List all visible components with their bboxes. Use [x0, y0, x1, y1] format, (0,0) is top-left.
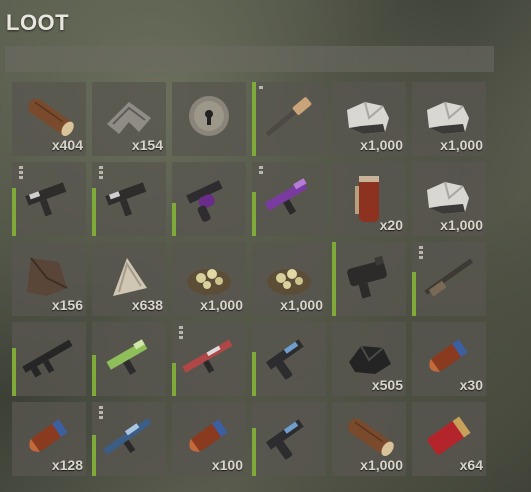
item-quantity: x638 [131, 297, 163, 313]
slot-rocket-tube[interactable]: x20 [332, 162, 406, 236]
mod-slots-indicator [419, 246, 423, 259]
mod-slots-indicator [179, 326, 183, 339]
slot-launcher[interactable] [332, 242, 406, 316]
slot-purple-smg[interactable] [252, 162, 326, 236]
item-quantity: x20 [379, 217, 403, 233]
slot-shotgun-shell[interactable]: x64 [412, 402, 486, 476]
slot-shotgun[interactable] [252, 82, 326, 156]
mod-slots-indicator [259, 166, 263, 174]
slot-stone-pile-2[interactable]: x1,000 [412, 82, 486, 156]
assault-rifle-icon [22, 339, 73, 378]
shotgun-icon [265, 97, 312, 137]
condition-bar [412, 271, 416, 316]
slot-stone-pile[interactable]: x1,000 [332, 82, 406, 156]
condition-bar [12, 187, 16, 236]
condition-bar [252, 351, 256, 396]
condition-bar [92, 187, 96, 236]
metal-pot-icon [189, 96, 229, 136]
smg-icon [105, 182, 147, 217]
revolver-icon [186, 180, 223, 222]
slot-coal[interactable]: x505 [332, 322, 406, 396]
smg-icon [25, 182, 67, 217]
slot-cloth[interactable]: x638 [92, 242, 166, 316]
pistol-icon [265, 339, 304, 380]
slot-sulfur-ore-2[interactable]: x1,000 [252, 242, 326, 316]
item-quantity: x1,000 [440, 137, 483, 153]
mod-slots-indicator [19, 166, 23, 179]
loot-title: LOOT [6, 10, 70, 35]
launcher-icon [347, 255, 387, 299]
slot-assault-rifle[interactable] [12, 322, 86, 396]
item-quantity: x30 [459, 377, 483, 393]
condition-bar [172, 202, 176, 236]
item-quantity: x156 [51, 297, 83, 313]
slot-metal-pot[interactable] [172, 82, 246, 156]
slot-red-rifle[interactable] [172, 322, 246, 396]
mod-slots-indicator [259, 86, 263, 89]
item-quantity: x100 [211, 457, 243, 473]
loot-grid: x404 x154 x1,000 x1,000 x20 x1,000 x156 x638 x1,… [12, 82, 486, 476]
slot-stone-pile-3[interactable]: x1,000 [412, 162, 486, 236]
slot-wood-log[interactable]: x404 [12, 82, 86, 156]
condition-bar [172, 362, 176, 396]
condition-bar [92, 435, 96, 476]
slot-revolver[interactable] [172, 162, 246, 236]
condition-bar [252, 82, 256, 156]
slot-smg[interactable] [12, 162, 86, 236]
slot-pistol[interactable] [252, 402, 326, 476]
pistol-icon [265, 419, 304, 460]
mod-slots-indicator [99, 166, 103, 179]
slot-blue-rifle[interactable] [92, 402, 166, 476]
item-quantity: x404 [51, 137, 83, 153]
blue-rifle-icon [103, 417, 152, 455]
slot-rifle[interactable] [412, 242, 486, 316]
condition-bar [92, 355, 96, 396]
condition-bar [332, 242, 336, 316]
slot-green-smg[interactable] [92, 322, 166, 396]
item-quantity: x154 [131, 137, 163, 153]
condition-bar [12, 347, 16, 396]
slot-pistol-blue[interactable] [252, 322, 326, 396]
item-quantity: x128 [51, 457, 83, 473]
slot-leather-hide[interactable]: x156 [12, 242, 86, 316]
rifle-icon [424, 258, 474, 297]
green-smg-icon [106, 339, 148, 375]
item-quantity: x64 [459, 457, 483, 473]
item-quantity: x1,000 [200, 297, 243, 313]
purple-smg-icon [264, 178, 308, 215]
red-rifle-icon [182, 339, 233, 374]
slot-smg-2[interactable] [92, 162, 166, 236]
loot-filter-bar[interactable] [5, 46, 494, 72]
slot-cloth-rags[interactable]: x154 [92, 82, 166, 156]
condition-bar [252, 427, 256, 476]
condition-bar [252, 191, 256, 236]
item-quantity: x1,000 [360, 137, 403, 153]
mod-slots-indicator [99, 406, 103, 419]
item-quantity: x1,000 [280, 297, 323, 313]
slot-ammo-red[interactable]: x100 [172, 402, 246, 476]
slot-sulfur-ore[interactable]: x1,000 [172, 242, 246, 316]
item-quantity: x1,000 [440, 217, 483, 233]
item-quantity: x1,000 [360, 457, 403, 473]
slot-ammo-blue[interactable]: x30 [412, 322, 486, 396]
item-quantity: x505 [371, 377, 403, 393]
slot-ammo-brown[interactable]: x128 [12, 402, 86, 476]
slot-wood-log-2[interactable]: x1,000 [332, 402, 406, 476]
